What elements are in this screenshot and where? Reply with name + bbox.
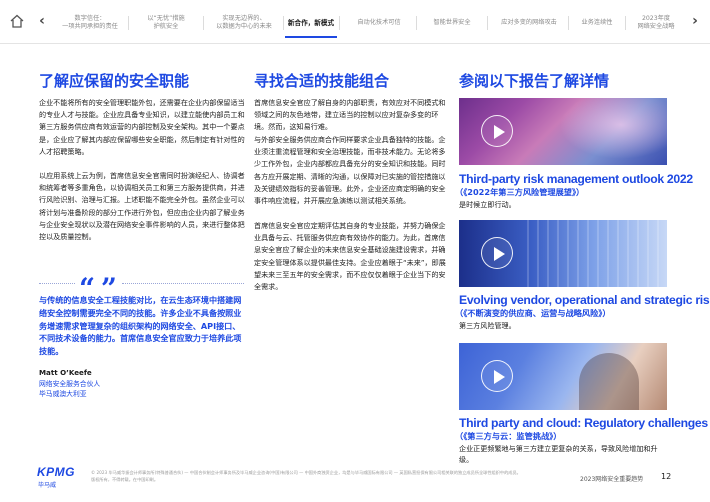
chevron-left-icon[interactable]: ‹ [35, 12, 49, 30]
play-icon[interactable] [481, 360, 513, 392]
report-title-2[interactable]: Evolving vendor, operational and strateg… [459, 293, 710, 307]
quote-author: Matt O’Keefe [39, 368, 92, 377]
thumbnail-stripes [519, 220, 667, 287]
tab-worry-free[interactable]: 以“无忧”措施 护航安全 [132, 12, 200, 34]
heading-read-reports: 参阅以下报告了解详情 [459, 72, 610, 90]
report-subtitle-2: （《不断演变的供应商、运营与战略风险》） [455, 308, 611, 318]
home-icon[interactable] [9, 13, 25, 29]
col2-paragraph-3: 首席信息安全官应定期评估其自身的专业技能，并努力确保企业具备与云、托管服务供应商… [254, 221, 446, 292]
pull-quote: 与传统的信息安全工程技能对比，在云生态环境中搭建网络安全控制需要完全不同的技能。… [39, 295, 242, 357]
col1-paragraph-1: 企业不能将所有的安全管理职能外包，还需要在企业内部保留适当的专业人才与技能。企业… [39, 98, 245, 156]
col2-paragraph-1: 首席信息安全官应了解自身的内部职责，有效应对不同模式和领域之间的灰色地带，建立适… [254, 98, 446, 132]
tab-divider [625, 16, 626, 30]
quote-divider [39, 283, 75, 284]
col1-paragraph-2: 以应用系统上云为例，首席信息安全官需同时扮演经纪人、协调者和统筹者等多重角色，以… [39, 171, 245, 242]
kpmg-logo-chinese: 毕马威 [38, 482, 57, 489]
tab-divider [487, 16, 488, 30]
tab-data-centric[interactable]: 实现无边界的、 以数据为中心的未来 [206, 12, 282, 34]
report-desc-1: 是时候立即行动。 [459, 200, 516, 209]
tab-new-cooperation[interactable]: 新合作，新模式 [283, 12, 339, 34]
report-desc-2: 第三方风险管理。 [459, 321, 516, 330]
kpmg-logo: KPMG [37, 465, 75, 479]
tab-divider [416, 16, 417, 30]
report-subtitle-3: （《第三方与云：监管挑战》） [455, 431, 562, 441]
chevron-right-icon[interactable]: › [688, 12, 702, 30]
heading-skill-mix: 寻找合适的技能组合 [254, 72, 390, 90]
tab-divider [128, 16, 129, 30]
tab-divider [203, 16, 204, 30]
active-tab-indicator [285, 36, 337, 38]
tab-strategy-2023[interactable]: 2023年度 网络安全战略 [627, 12, 685, 34]
report-subtitle-1: （《2022年第三方风险管理展望》） [455, 187, 585, 197]
report-desc-3: 企业正更频繁地与第三方建立更复杂的关系，导致风险增加和升级。 [459, 444, 658, 464]
tab-cyber-attacks[interactable]: 应对多变的网络攻击 [490, 12, 568, 34]
play-icon[interactable] [481, 237, 513, 269]
quote-author-role: 网络安全服务合伙人 毕马威澳大利亚 [39, 379, 100, 399]
tab-business-continuity[interactable]: 业务连续性 [571, 12, 623, 34]
author-title: 网络安全服务合伙人 [39, 380, 101, 388]
tab-divider [339, 16, 340, 30]
thumbnail-glow [549, 98, 667, 165]
tab-smart-world[interactable]: 智能世界安全 [420, 12, 484, 34]
copyright-fine-print: © 2023 毕马威华振会计师事务所(特殊普通合伙) — 中国合伙制会计师事务所… [91, 470, 521, 482]
quote-divider [122, 283, 244, 284]
play-icon[interactable] [481, 115, 513, 147]
report-thumbnail-3[interactable] [459, 343, 667, 410]
heading-retained-functions: 了解应保留的安全职能 [39, 72, 190, 90]
thumbnail-figure [579, 353, 639, 410]
tab-divider [568, 16, 569, 30]
tab-automation-trust[interactable]: 自动化技术可信 [344, 12, 414, 34]
report-title-1[interactable]: Third-party risk management outlook 2022 [459, 172, 693, 186]
report-thumbnail-2[interactable] [459, 220, 667, 287]
report-title-3[interactable]: Third party and cloud: Regulatory challe… [459, 416, 708, 430]
col2-paragraph-2: 与外部安全服务供应商合作同样要求企业具备独特的技能。企业须注重流程管理和安全治理… [254, 135, 446, 206]
footer-report-title: 2023网络安全重要趋势 [580, 476, 644, 483]
page-number: 12 [661, 472, 672, 481]
top-navigation: ‹ 数字信任： 一项共同承担的责任 以“无忧”措施 护航安全 实现无边界的、 以数据为… [0, 0, 710, 44]
tab-digital-trust[interactable]: 数字信任： 一项共同承担的责任 [55, 12, 125, 34]
author-firm: 毕马威澳大利亚 [39, 390, 87, 398]
report-thumbnail-1[interactable] [459, 98, 667, 165]
